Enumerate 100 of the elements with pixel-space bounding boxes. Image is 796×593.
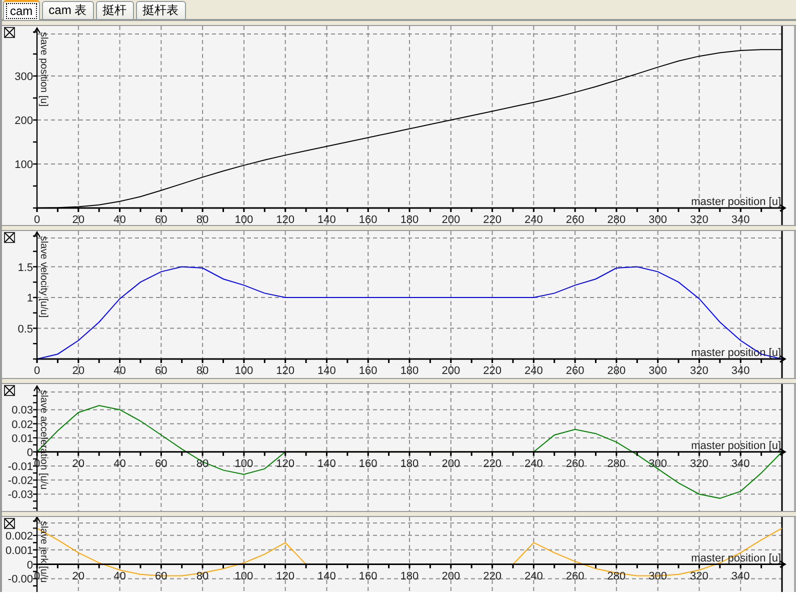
axis-tick-label: 40	[114, 458, 126, 470]
axis-tick-label: 80	[196, 214, 209, 225]
tab[interactable]: 挺杆	[96, 1, 134, 19]
axis-tick-label: 300	[648, 214, 668, 225]
axis-tick-label: 80	[196, 365, 209, 377]
axis-tick-label: -0.03	[8, 489, 33, 502]
tab[interactable]: 挺杆表	[136, 1, 186, 19]
axis-title: slave acceleration [u/u	[38, 390, 49, 490]
axis-tick-label: 260	[566, 458, 584, 470]
axis-tick-label: 180	[400, 458, 419, 470]
axis-tick-label: 300	[14, 71, 33, 83]
axis-tick-label: 160	[358, 214, 378, 225]
axis-tick-label: 260	[566, 570, 584, 582]
axis-tick-label: 320	[690, 458, 708, 470]
axis-tick-label: 40	[114, 570, 126, 582]
axis-tick-label: 220	[483, 214, 502, 225]
tab[interactable]: cam	[3, 0, 40, 20]
axis-tick-label: 120	[276, 214, 295, 225]
axis-tick-label: 0	[26, 559, 33, 572]
axis-tick-label: 340	[731, 458, 750, 470]
axis-tick-label: -0.01	[8, 460, 33, 473]
axis-tick-label: 120	[276, 570, 295, 582]
close-icon[interactable]	[4, 385, 15, 396]
axis-tick-label: 340	[731, 214, 750, 225]
axis-tick-label: 280	[607, 214, 626, 225]
axis-tick-label: 300	[648, 458, 668, 470]
axis-tick-label: 320	[690, 214, 708, 225]
axis-tick-label: 180	[400, 570, 419, 582]
axis-tick-label: 100	[14, 159, 33, 171]
axis-tick-label: 120	[276, 458, 295, 470]
axis-tick-label: 160	[358, 570, 378, 582]
axis-tick-label: 0.001	[5, 544, 33, 557]
axis-tick-label: 200	[14, 115, 33, 127]
axis-tick-label: 220	[483, 570, 502, 582]
axis-tick-label: 20	[72, 570, 85, 582]
axis-title: slave position [u]	[38, 32, 49, 106]
axis-tick-label: 340	[731, 570, 750, 582]
axis-tick-label: 240	[524, 458, 543, 470]
axis-tick-label: 0	[26, 446, 33, 459]
axis-tick-label: 0.03	[12, 404, 33, 417]
axis-tick-label: 0	[34, 214, 40, 225]
axis-tick-label: 220	[483, 365, 502, 377]
axis-tick-label: 140	[318, 365, 336, 377]
axis-tick-label: 160	[358, 458, 378, 470]
axis-tick-label: 280	[607, 458, 626, 470]
axis-tick-label: -0.02	[8, 475, 33, 488]
axis-title: master position [u]	[691, 440, 781, 452]
axis-tick-label: 220	[483, 458, 502, 470]
axis-tick-label: 0	[34, 365, 40, 377]
axis-tick-label: 180	[400, 365, 419, 377]
axis-tick-label: 300	[648, 365, 668, 377]
axis-tick-label: 140	[318, 214, 336, 225]
axis-tick-label: 140	[318, 570, 336, 582]
axis-tick-label: 320	[690, 365, 708, 377]
axis-tick-label: 240	[524, 570, 543, 582]
axis-tick-label: 140	[318, 458, 336, 470]
axis-tick-label: 0.01	[12, 432, 33, 445]
axis-title: slave jerk [u/u	[38, 521, 49, 583]
axis-tick-label: 40	[114, 214, 126, 225]
axis-tick-label: 340	[731, 365, 750, 377]
axis-tick-label: -0.00	[8, 574, 33, 586]
axis-tick-label: 0.002	[5, 530, 33, 542]
axis-title: master position [u]	[691, 196, 781, 208]
axis-title: slave velocity [u/u]	[38, 236, 49, 318]
tab[interactable]: cam 表	[42, 1, 94, 19]
axis-tick-label: 20	[72, 458, 85, 470]
axis-tick-label: 280	[607, 365, 626, 377]
axis-tick-label: 40	[114, 365, 126, 377]
axis-tick-label: 60	[155, 214, 168, 225]
axis-tick-label: 320	[690, 570, 708, 582]
axis-tick-label: 20	[72, 214, 85, 225]
axis-tick-label: 20	[72, 365, 85, 377]
axis-tick-label: 1	[26, 292, 33, 304]
axis-tick-label: 160	[358, 365, 378, 377]
axis-tick-label: 200	[442, 214, 460, 225]
axis-tick-label: 240	[524, 365, 543, 377]
axis-tick-label: 200	[442, 458, 460, 470]
axis-tick-label: 240	[524, 214, 543, 225]
axis-tick-label: 100	[234, 570, 254, 582]
axis-tick-label: 0.5	[18, 323, 33, 336]
axis-tick-label: 60	[155, 458, 168, 470]
axis-tick-label: 80	[196, 570, 209, 582]
axis-tick-label: 200	[442, 570, 460, 582]
axis-tick-label: 60	[155, 365, 168, 377]
axis-tick-label: 180	[400, 214, 419, 225]
axis-tick-label: 1.5	[18, 262, 33, 274]
axis-tick-label: 80	[196, 458, 209, 470]
axis-title: master position [u]	[691, 552, 781, 564]
close-icon[interactable]	[4, 232, 15, 243]
axis-tick-label: 100	[234, 214, 254, 225]
axis-tick-label: 200	[442, 365, 460, 377]
axis-tick-label: 100	[234, 458, 254, 470]
axis-tick-label: 260	[566, 214, 584, 225]
axis-tick-label: 260	[566, 365, 584, 377]
close-icon[interactable]	[4, 518, 15, 529]
axis-tick-label: 120	[276, 365, 295, 377]
axis-tick-label: 100	[234, 365, 254, 377]
axis-tick-label: 280	[607, 570, 626, 582]
close-icon[interactable]	[4, 27, 15, 38]
axis-tick-label: 0.02	[12, 418, 33, 431]
